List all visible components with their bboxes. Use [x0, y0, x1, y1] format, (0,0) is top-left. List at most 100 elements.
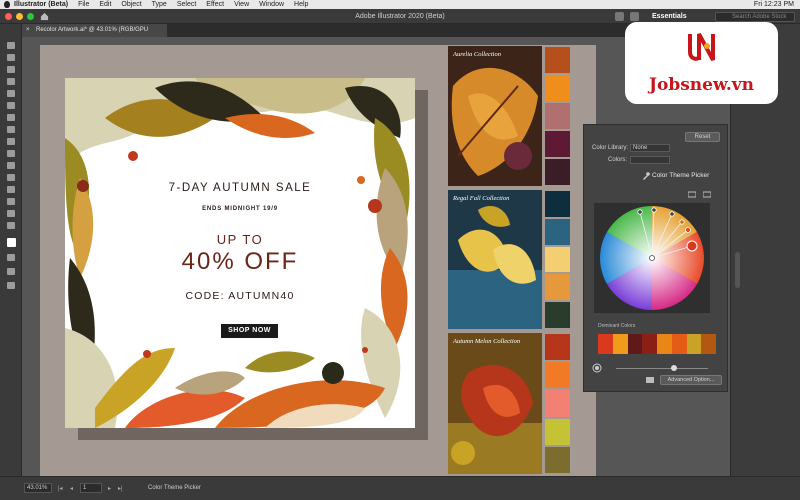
dominant-color-swatch[interactable]: [598, 334, 613, 354]
prev-artboard-icon[interactable]: ◂: [70, 485, 73, 492]
collection-label-aurelia: Aurelia Collection: [453, 51, 501, 58]
collection-swatch[interactable]: [545, 218, 570, 245]
collection-image-autumn-melon[interactable]: Autumn Melon Collection: [448, 333, 542, 474]
collection-swatch[interactable]: [545, 131, 570, 157]
eraser-tool-icon[interactable]: [7, 138, 15, 145]
menu-type[interactable]: Type: [152, 1, 167, 8]
collection-swatch[interactable]: [545, 246, 570, 273]
recolor-toggle-icon[interactable]: [592, 363, 602, 373]
regal-fall-leaf-art: [448, 190, 542, 329]
width-tool-icon[interactable]: [7, 162, 15, 169]
shop-now-button[interactable]: SHOP NOW: [221, 324, 278, 338]
brightness-slider[interactable]: [616, 368, 708, 369]
collection-swatch[interactable]: [545, 390, 570, 417]
mac-menu-bar: Illustrator (Beta) File Edit Object Type…: [0, 0, 800, 9]
gradient-tool-icon[interactable]: [7, 198, 15, 205]
type-tool-icon[interactable]: [7, 114, 15, 121]
collection-image-aurelia[interactable]: Aurelia Collection: [448, 46, 542, 186]
menu-file[interactable]: File: [78, 1, 89, 8]
selection-tool-icon[interactable]: [7, 42, 15, 49]
eyedropper-tool-icon[interactable]: [7, 186, 15, 193]
jobsnew-logo: Jobsnew.vn: [625, 22, 778, 104]
stock-search-input[interactable]: Search Adobe Stock: [715, 12, 795, 22]
share-icon[interactable]: [630, 12, 639, 21]
zoom-field[interactable]: 43.01%: [24, 483, 52, 493]
colors-select[interactable]: [630, 156, 670, 164]
poster-code: CODE: AUTUMN40: [185, 290, 295, 302]
eyedropper-icon[interactable]: [642, 172, 650, 180]
first-artboard-icon[interactable]: |◂: [58, 485, 63, 492]
direct-selection-tool-icon[interactable]: [7, 54, 15, 61]
next-artboard-icon[interactable]: ▸: [108, 485, 111, 492]
scale-tool-icon[interactable]: [7, 150, 15, 157]
collection-swatch[interactable]: [545, 302, 570, 328]
collection-swatch[interactable]: [545, 334, 570, 361]
pen-tool-icon[interactable]: [7, 66, 15, 73]
collection-swatch[interactable]: [545, 47, 570, 73]
collection-swatch[interactable]: [545, 418, 570, 445]
collection-swatch[interactable]: [545, 75, 570, 101]
dominant-color-swatch[interactable]: [627, 334, 643, 354]
color-theme-picker-label[interactable]: Color Theme Picker: [652, 172, 709, 179]
shape-builder-tool-icon[interactable]: [7, 174, 15, 181]
arrange-documents-icon[interactable]: [615, 12, 624, 21]
collection-swatch[interactable]: [545, 446, 570, 473]
dominant-color-swatch[interactable]: [701, 334, 716, 354]
collection-swatch[interactable]: [545, 362, 570, 389]
collection-swatch[interactable]: [545, 159, 570, 185]
current-tool-label: Color Theme Picker: [148, 485, 201, 491]
paintbrush-tool-icon[interactable]: [7, 102, 15, 109]
rotate-tool-icon[interactable]: [7, 126, 15, 133]
collection-image-regal-fall[interactable]: Regal Fall Collection: [448, 190, 542, 329]
dock-scrollbar[interactable]: [735, 252, 740, 288]
edit-toolbar-icon[interactable]: [7, 282, 15, 289]
show-saturation-icon[interactable]: [703, 191, 711, 198]
advanced-options-button[interactable]: Advanced Option...: [660, 375, 722, 385]
collection-label-autumn-melon: Autumn Melon Collection: [453, 338, 521, 345]
color-wheel-area[interactable]: [594, 203, 710, 313]
dominant-color-swatch[interactable]: [657, 334, 672, 354]
rectangle-tool-icon[interactable]: [7, 90, 15, 97]
zoom-tool-icon[interactable]: [7, 222, 15, 229]
fill-color-icon[interactable]: [7, 238, 16, 247]
menu-select[interactable]: Select: [177, 1, 196, 8]
screen-mode-icon[interactable]: [7, 268, 15, 275]
sale-poster[interactable]: 7-DAY AUTUMN SALE ENDS MIDNIGHT 19/9 UP …: [65, 78, 415, 428]
menu-view[interactable]: View: [234, 1, 249, 8]
poster-headline: 7-DAY AUTUMN SALE: [168, 182, 312, 194]
autumn-melon-leaf-art: [448, 333, 542, 474]
draw-mode-icon[interactable]: [7, 254, 15, 261]
workspace-switcher[interactable]: Essentials: [652, 13, 687, 20]
last-artboard-icon[interactable]: ▸|: [118, 485, 123, 492]
dominant-color-swatch[interactable]: [642, 334, 657, 354]
collection-swatch[interactable]: [545, 274, 570, 301]
reset-button[interactable]: Reset: [685, 132, 720, 142]
link-harmony-icon[interactable]: [688, 191, 696, 198]
curvature-tool-icon[interactable]: [7, 78, 15, 85]
save-swatches-icon[interactable]: [646, 376, 654, 383]
dominant-color-swatch[interactable]: [686, 334, 702, 354]
dominant-color-swatch[interactable]: [671, 334, 687, 354]
menu-app[interactable]: Illustrator (Beta): [14, 1, 68, 8]
menu-window[interactable]: Window: [259, 1, 284, 8]
menu-object[interactable]: Object: [121, 1, 141, 8]
hand-tool-icon[interactable]: [7, 210, 15, 217]
menu-help[interactable]: Help: [294, 1, 308, 8]
dominant-color-swatch[interactable]: [612, 334, 628, 354]
color-wheel[interactable]: [594, 203, 710, 313]
jobsnew-logo-mark: [688, 33, 715, 61]
artboard-number-field[interactable]: 1: [80, 483, 102, 493]
collection-swatch[interactable]: [545, 191, 570, 217]
menu-edit[interactable]: Edit: [99, 1, 111, 8]
color-library-label: Color Library:: [592, 145, 629, 151]
apple-icon[interactable]: [4, 1, 10, 8]
color-library-select[interactable]: None: [630, 144, 670, 152]
document-tab[interactable]: × Recolor Artwork.ai* @ 43.01% (RGB/GPU …: [22, 24, 167, 46]
dominant-colors-strip[interactable]: [598, 334, 716, 354]
poster-up-to: UP TO: [216, 232, 264, 247]
close-tab-icon[interactable]: ×: [26, 24, 30, 37]
collection-swatch[interactable]: [545, 103, 570, 129]
brightness-slider-handle[interactable]: [671, 365, 677, 371]
aurelia-leaf-art: [448, 46, 542, 186]
menu-effect[interactable]: Effect: [206, 1, 224, 8]
